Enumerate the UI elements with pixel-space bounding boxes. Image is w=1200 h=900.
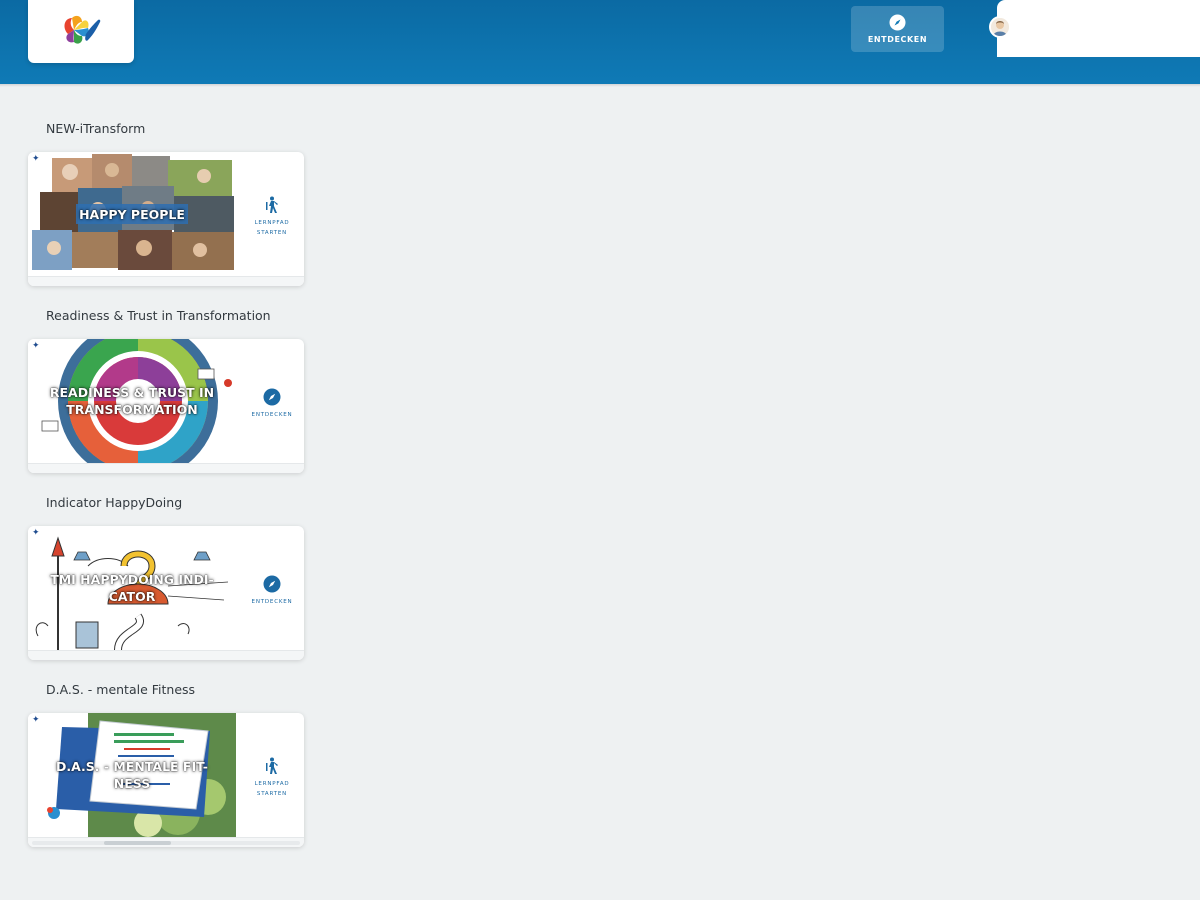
- course-title: READINESS & TRUST IN TRANSFORMATION: [49, 385, 215, 417]
- section-title: Indicator HappyDoing: [46, 495, 183, 510]
- start-learning-path-button[interactable]: LERNPFAD STARTEN: [240, 743, 304, 813]
- section-title: NEW-iTransform: [46, 121, 146, 136]
- discover-button-label: ENTDECKEN: [867, 35, 928, 44]
- course-card-das-mentale-fitness[interactable]: D.A.S. - MENTALE FIT-NESS ✦ LERNPFAD STA…: [28, 713, 304, 847]
- discover-button[interactable]: ENTDECKEN: [851, 6, 944, 52]
- user-avatar[interactable]: [989, 16, 1011, 38]
- peacock-logo-icon: [64, 15, 101, 44]
- card-footer: [28, 650, 304, 660]
- star-icon: ✦: [32, 528, 40, 538]
- discover-course-button[interactable]: ENTDECKEN: [240, 369, 304, 439]
- star-icon: ✦: [32, 154, 40, 164]
- compass-icon: [263, 388, 281, 406]
- person-avatar-icon: [991, 18, 1009, 36]
- card-footer: [28, 276, 304, 286]
- compass-icon: [263, 575, 281, 593]
- course-title: TMI HAPPYDOING INDI-CATOR: [50, 572, 214, 604]
- walking-person-icon: [266, 757, 278, 774]
- top-bar-shadow: [0, 84, 1200, 87]
- action-label: LERNPFAD STARTEN: [254, 220, 290, 236]
- discover-course-button[interactable]: ENTDECKEN: [240, 556, 304, 626]
- compass-icon: [889, 14, 906, 31]
- star-icon: ✦: [32, 715, 40, 725]
- action-label: ENTDECKEN: [251, 599, 293, 605]
- card-footer: [28, 463, 304, 473]
- walking-person-icon: [266, 196, 278, 213]
- course-card-readiness-trust[interactable]: READINESS & TRUST IN TRANSFORMATION ✦ EN…: [28, 339, 304, 473]
- section-title: Readiness & Trust in Transformation: [46, 308, 271, 323]
- course-card-new-itransform[interactable]: HAPPY PEOPLE ✦ LERNPFAD STARTEN: [28, 152, 304, 286]
- star-icon: ✦: [32, 341, 40, 351]
- section-title: D.A.S. - mentale Fitness: [46, 682, 196, 697]
- action-label: LERNPFAD STARTEN: [254, 781, 290, 797]
- card-footer: [28, 837, 304, 847]
- progress-fill: [104, 841, 171, 845]
- start-learning-path-button[interactable]: LERNPFAD STARTEN: [240, 182, 304, 252]
- action-label: ENTDECKEN: [251, 412, 293, 418]
- course-card-indicator-happydoing[interactable]: TMI HAPPYDOING INDI-CATOR ✦ ENTDECKEN: [28, 526, 304, 660]
- progress-bar: [32, 841, 300, 845]
- app-logo[interactable]: [28, 0, 134, 63]
- course-title: D.A.S. - MENTALE FIT-NESS: [55, 759, 208, 791]
- course-title: HAPPY PEOPLE: [79, 206, 185, 222]
- user-menu[interactable]: [997, 0, 1200, 57]
